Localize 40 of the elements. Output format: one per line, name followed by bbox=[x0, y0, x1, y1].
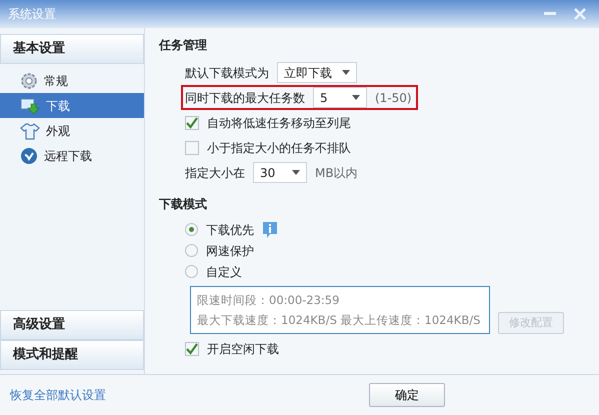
sidebar-item[interactable]: 外观 bbox=[0, 118, 144, 143]
sidebar-group-header[interactable]: 高级设置 bbox=[0, 310, 144, 340]
sidebar-item[interactable]: 远程下载 bbox=[0, 143, 144, 168]
radio-label: 下载优先 bbox=[206, 222, 254, 238]
caret-icon bbox=[292, 170, 300, 175]
checkbox[interactable] bbox=[185, 140, 199, 154]
radio-label: 自定义 bbox=[206, 264, 242, 280]
sidebar-group-header[interactable]: 模式和提醒 bbox=[0, 340, 144, 370]
field-label: 默认下载模式为 bbox=[185, 64, 269, 82]
sidebar-item[interactable]: 下载 bbox=[0, 93, 144, 118]
checkbox[interactable] bbox=[185, 342, 199, 356]
download-icon bbox=[20, 96, 40, 114]
shirt-icon bbox=[20, 122, 40, 140]
restore-defaults-link[interactable]: 恢复全部默认设置 bbox=[10, 386, 106, 404]
checkbox-label: 自动将低速任务移动至列尾 bbox=[207, 114, 351, 132]
checkbox[interactable] bbox=[185, 116, 199, 130]
gear-icon bbox=[20, 72, 38, 90]
window-title: 系统设置 bbox=[8, 6, 56, 23]
checkbox-label: 小于指定大小的任务不排队 bbox=[207, 140, 351, 156]
radio-label: 网速保护 bbox=[206, 242, 254, 260]
section-title: 下载模式 bbox=[159, 196, 208, 213]
field-label: 同时下载的最大任务数 bbox=[185, 90, 305, 106]
info-text: 最大下载速度：1024KB/S 最大上传速度：1024KB/S bbox=[197, 312, 482, 329]
checkbox-label: 开启空闲下载 bbox=[207, 340, 279, 358]
dropdown[interactable]: 30 bbox=[253, 162, 307, 183]
field-label: 指定大小在 bbox=[185, 164, 245, 182]
section-title: 任务管理 bbox=[159, 37, 208, 54]
hint-text: (1-50) bbox=[375, 90, 412, 106]
radio-button[interactable] bbox=[185, 223, 198, 236]
dropdown[interactable]: 立即下载 bbox=[277, 62, 357, 83]
info-text: 限速时间段：00:00-23:59 bbox=[197, 292, 340, 309]
sidebar-item[interactable]: 常规 bbox=[0, 68, 144, 93]
caret-icon bbox=[342, 70, 350, 75]
caret-icon bbox=[352, 95, 360, 100]
radio-button[interactable] bbox=[185, 265, 198, 278]
ok-button[interactable]: 确定 bbox=[369, 383, 445, 407]
sidebar-group-header[interactable]: 基本设置 bbox=[0, 34, 144, 64]
radio-button[interactable] bbox=[185, 244, 198, 257]
hint-text: MB以内 bbox=[315, 164, 358, 182]
dropdown[interactable]: 5 bbox=[313, 87, 367, 108]
